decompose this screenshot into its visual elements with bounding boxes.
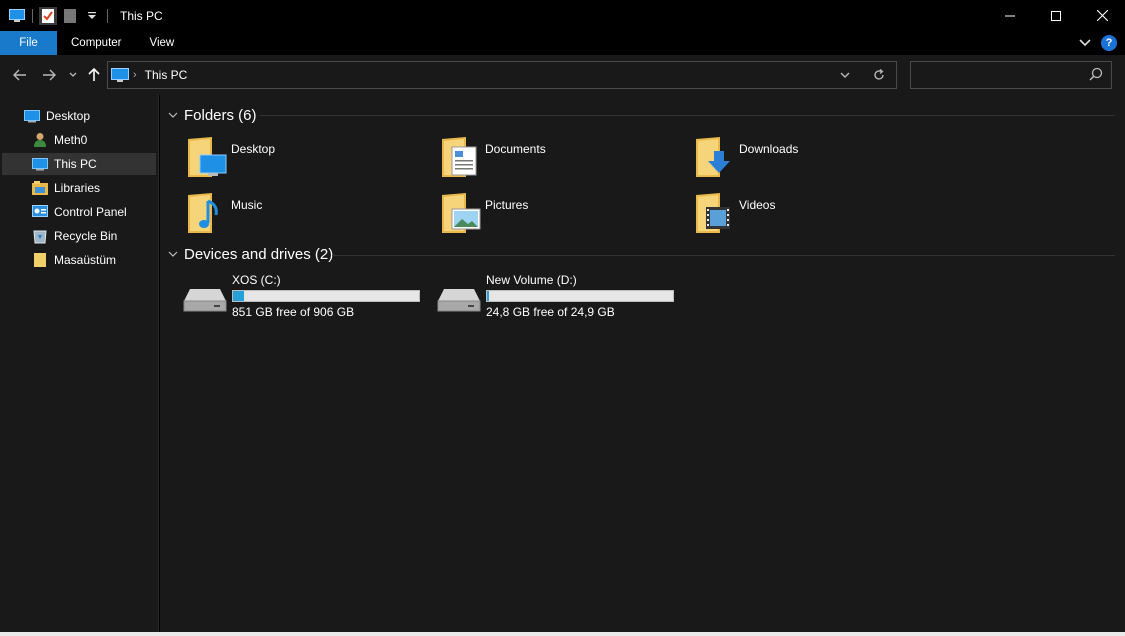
drive-usage-bar (486, 290, 674, 302)
drive-free-space: 851 GB free of 906 GB (232, 305, 355, 319)
minimize-button[interactable] (987, 0, 1033, 31)
folder-label: Downloads (739, 142, 799, 156)
expand-ribbon-icon[interactable] (1079, 36, 1091, 50)
sidebar-item-libraries[interactable]: Libraries (2, 177, 156, 199)
folder-documents[interactable]: Documents (440, 135, 680, 183)
videos-folder-icon (694, 191, 738, 235)
forward-icon[interactable] (39, 65, 59, 85)
libraries-icon (32, 180, 48, 196)
search-icon (1089, 67, 1105, 83)
folder-videos[interactable]: Videos (694, 191, 934, 239)
drive-usage-bar (232, 290, 420, 302)
control-panel-icon (32, 204, 48, 220)
bottom-edge (0, 632, 1125, 636)
user-icon (32, 132, 48, 148)
drive-usage-fill (487, 291, 489, 301)
close-button[interactable] (1079, 0, 1125, 31)
breadcrumb-this-pc[interactable]: This PC (145, 68, 188, 82)
documents-folder-icon (440, 135, 484, 179)
hard-drive-icon (182, 287, 228, 313)
sidebar-item-label: Masaüstüm (54, 253, 117, 267)
this-pc-icon (32, 156, 48, 172)
sidebar-item-masaustum[interactable]: Masaüstüm (2, 249, 156, 271)
folder-label: Desktop (231, 142, 276, 156)
address-history-icon[interactable] (828, 62, 862, 88)
breadcrumb-chevron-icon[interactable]: › (133, 69, 137, 81)
sidebar-item-control-panel[interactable]: Control Panel (2, 201, 156, 223)
hard-drive-icon (436, 287, 482, 313)
ribbon-right-controls: ? (1079, 31, 1117, 55)
drive-label: New Volume (D:) (486, 273, 577, 287)
address-controls (828, 62, 896, 88)
this-pc-icon (111, 67, 129, 83)
group-divider (260, 115, 1115, 116)
group-divider (332, 255, 1115, 256)
tab-view[interactable]: View (136, 31, 189, 55)
tab-file[interactable]: File (0, 31, 57, 55)
title-bar: This PC (0, 0, 1125, 31)
window-controls (987, 0, 1125, 31)
folders-group-header[interactable]: Folders (6) (168, 103, 257, 127)
sidebar-item-meth0[interactable]: Meth0 (2, 129, 156, 151)
maximize-button[interactable] (1033, 0, 1079, 31)
group-title: Devices and drives (2) (184, 245, 334, 263)
sidebar-item-label: Meth0 (54, 133, 88, 147)
folder-downloads[interactable]: Downloads (694, 135, 934, 183)
address-bar[interactable]: › This PC (107, 61, 897, 89)
search-input[interactable] (910, 61, 1112, 89)
folder-label: Pictures (485, 198, 529, 212)
navigation-bar: › This PC (0, 55, 1125, 95)
desktop-icon (24, 108, 40, 124)
folder-desktop[interactable]: Desktop (186, 135, 426, 183)
recycle-bin-icon (32, 228, 48, 244)
group-title: Folders (6) (184, 106, 257, 124)
up-icon[interactable] (84, 65, 104, 85)
properties-icon[interactable] (39, 6, 57, 25)
help-icon[interactable]: ? (1101, 35, 1117, 51)
toolbar-separator (107, 8, 108, 23)
toolbar-separator (32, 8, 33, 23)
navigation-pane: Desktop Meth0 This PC Libraries Control … (0, 95, 159, 636)
new-folder-icon[interactable] (61, 7, 79, 25)
folder-label: Documents (485, 142, 546, 156)
folder-music[interactable]: Music (186, 191, 426, 239)
sidebar-item-label: This PC (54, 157, 97, 171)
folder-icon (32, 252, 48, 268)
sidebar-item-label: Control Panel (54, 205, 127, 219)
drive-free-space: 24,8 GB free of 24,9 GB (486, 305, 615, 319)
customize-toolbar-icon[interactable] (83, 7, 101, 25)
content-pane: Folders (6) Desktop Documents Downloads … (160, 95, 1125, 636)
sidebar-item-this-pc[interactable]: This PC (2, 153, 156, 175)
drives-group-header[interactable]: Devices and drives (2) (168, 242, 333, 266)
folder-label: Videos (739, 198, 776, 212)
collapse-chevron-icon[interactable] (168, 249, 180, 260)
folder-pictures[interactable]: Pictures (440, 191, 680, 239)
drive-label: XOS (C:) (232, 273, 281, 287)
sidebar-item-desktop[interactable]: Desktop (2, 105, 156, 127)
recent-locations-icon[interactable] (63, 65, 83, 85)
sidebar-item-label: Desktop (46, 109, 91, 123)
folder-label: Music (231, 198, 263, 212)
tab-computer[interactable]: Computer (57, 31, 136, 55)
refresh-icon[interactable] (862, 62, 896, 88)
drive-c[interactable]: XOS (C:) 851 GB free of 906 GB (182, 273, 432, 323)
sidebar-item-label: Libraries (54, 181, 101, 195)
back-icon[interactable] (10, 65, 30, 85)
music-folder-icon (186, 191, 230, 235)
collapse-chevron-icon[interactable] (168, 110, 180, 121)
sidebar-item-label: Recycle Bin (54, 229, 118, 243)
downloads-folder-icon (694, 135, 738, 179)
this-pc-icon[interactable] (8, 7, 26, 25)
desktop-folder-icon (186, 135, 230, 179)
ribbon-tabs: File Computer View ? (0, 31, 1125, 55)
pictures-folder-icon (440, 191, 484, 235)
sidebar-item-recycle-bin[interactable]: Recycle Bin (2, 225, 156, 247)
drive-usage-fill (233, 291, 245, 301)
quick-access-toolbar (0, 0, 114, 31)
drive-d[interactable]: New Volume (D:) 24,8 GB free of 24,9 GB (436, 273, 686, 323)
window-title: This PC (120, 8, 163, 23)
